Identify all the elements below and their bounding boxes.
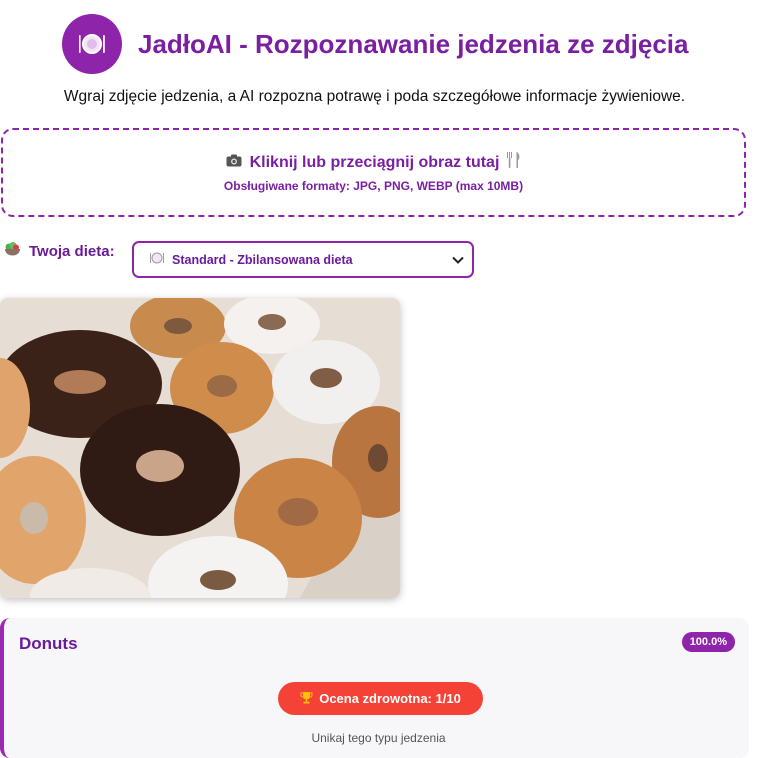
diet-label: Twoja dieta:: [29, 242, 115, 260]
health-advice: Unikaj tego typu jedzenia: [311, 731, 446, 745]
health-score-label: Ocena zdrowotna: 1/10: [319, 691, 461, 706]
page-title: JadłoAI - Rozpoznawanie jedzenia ze zdję…: [138, 28, 689, 59]
fork-knife-icon: [507, 152, 521, 173]
image-upload-dropzone[interactable]: Kliknij lub przeciągnij obraz tutaj Obsł…: [1, 128, 746, 217]
diet-select-value: Standard - Zbilansowana dieta: [172, 252, 353, 267]
camera-icon: [226, 154, 242, 172]
health-score-badge: Ocena zdrowotna: 1/10: [278, 682, 483, 715]
food-name: Donuts: [19, 634, 78, 653]
result-card: Donuts 100.0% Ocena zdrowotna: 1/10 Unik…: [0, 618, 749, 758]
chevron-down-icon: [452, 253, 464, 267]
diet-select[interactable]: Standard - Zbilansowana dieta: [132, 241, 474, 278]
upload-label: Kliknij lub przeciągnij obraz tutaj: [249, 153, 500, 171]
diet-row: Twoja dieta:: [4, 241, 115, 261]
salad-icon: [4, 241, 21, 261]
page-subtitle: Wgraj zdjęcie jedzenia, a AI rozpozna po…: [63, 88, 686, 105]
trophy-icon: [300, 691, 313, 707]
plate-cutlery-icon: [62, 14, 122, 74]
upload-formats-hint: Obsługiwane formaty: JPG, PNG, WEBP (max…: [223, 179, 524, 193]
uploaded-food-photo: [0, 298, 400, 598]
confidence-badge: 100.0%: [681, 632, 735, 652]
plate-icon: [150, 252, 164, 267]
app-header: JadłoAI - Rozpoznawanie jedzenia ze zdję…: [62, 14, 688, 74]
